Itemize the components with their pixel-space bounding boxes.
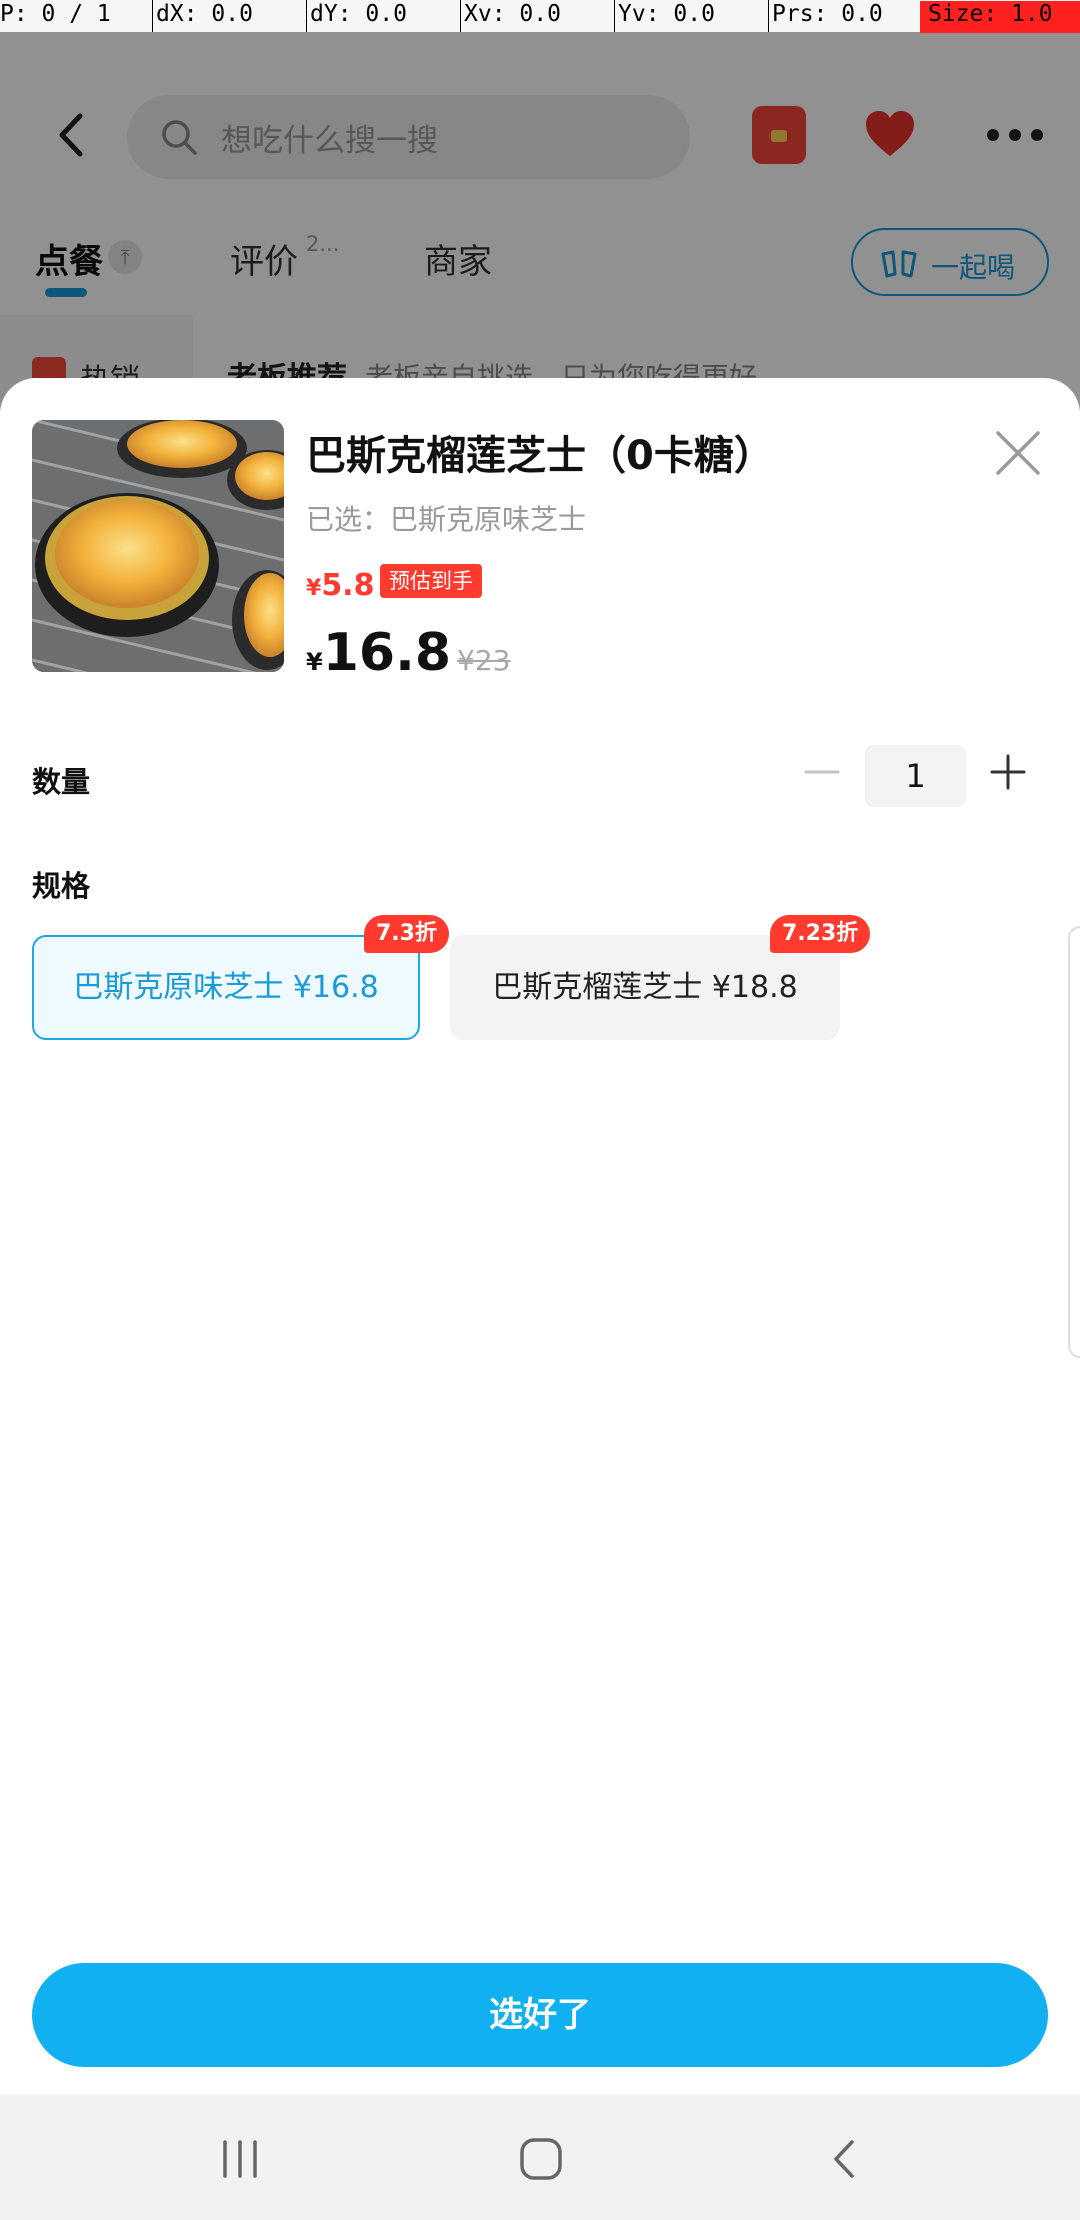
- estimated-price-badge: 预估到手: [380, 564, 482, 598]
- estimated-price: ¥5.8: [306, 568, 375, 603]
- discount-badge: 7.3折: [364, 915, 449, 953]
- minus-icon[interactable]: [802, 752, 842, 792]
- original-price: ¥23: [457, 644, 511, 677]
- price-row: ¥16.8 ¥23: [306, 623, 510, 683]
- discount-badge: 7.23折: [770, 915, 871, 953]
- pointer-debug-overlay: P: 0 / 1 dX: 0.0 dY: 0.0 Xv: 0.0 Yv: 0.0…: [0, 0, 1080, 33]
- product-image: [32, 420, 284, 672]
- debug-size: Size: 1.0: [920, 1, 1080, 33]
- back-icon[interactable]: [820, 2134, 870, 2184]
- current-price: 16.8: [322, 623, 452, 683]
- spec-option-original[interactable]: 巴斯克原味芝士 ¥16.8: [32, 935, 420, 1040]
- debug-xv: Xv: 0.0: [464, 1, 561, 27]
- debug-prs: Prs: 0.0: [772, 1, 883, 27]
- debug-dy: dY: 0.0: [310, 1, 407, 27]
- quantity-value[interactable]: 1: [865, 745, 966, 807]
- debug-pointer: P: 0 / 1: [0, 1, 111, 27]
- price-currency: ¥: [306, 648, 323, 676]
- spec-label: 规格: [32, 869, 91, 903]
- debug-dx: dX: 0.0: [156, 1, 253, 27]
- background-app: 19:49 想吃什么搜一搜 点餐 ⤒ 评价 2... 商家 一起喝 热销 老板推…: [0, 0, 1080, 425]
- quantity-label: 数量: [32, 765, 91, 799]
- side-panel-handle[interactable]: [1068, 926, 1080, 1358]
- dim-overlay[interactable]: [0, 0, 1080, 420]
- recents-icon[interactable]: [215, 2134, 265, 2184]
- product-option-sheet: 巴斯克榴莲芝士（0卡糖） 已选：巴斯克原味芝士 ¥5.8 预估到手 ¥16.8 ¥…: [0, 378, 1080, 2094]
- confirm-button[interactable]: 选好了: [32, 1963, 1048, 2067]
- plus-icon[interactable]: [988, 752, 1028, 792]
- cheesecake-photo: [32, 420, 284, 672]
- debug-yv: Yv: 0.0: [618, 1, 715, 27]
- selected-spec-text: 已选：巴斯克原味芝士: [306, 503, 587, 536]
- close-icon[interactable]: [993, 428, 1043, 478]
- home-icon[interactable]: [516, 2134, 566, 2184]
- system-nav-bar: [0, 2094, 1080, 2220]
- product-name: 巴斯克榴莲芝士（0卡糖）: [306, 433, 774, 479]
